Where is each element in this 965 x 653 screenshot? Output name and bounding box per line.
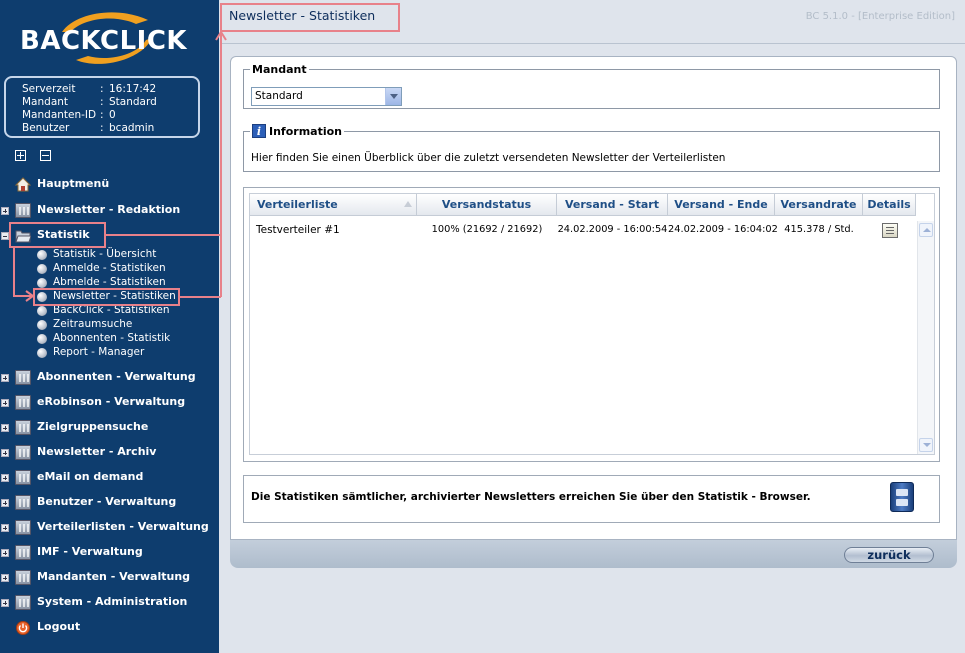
mandant-legend: Mandant [252, 63, 307, 76]
table-header: Verteilerliste Versandstatus Versand - S… [250, 194, 916, 216]
info-icon: i [252, 124, 266, 138]
logo-text: BACKCLICK [20, 26, 188, 56]
expand-icon[interactable] [1, 574, 9, 582]
nav-newsletter-archiv[interactable]: Newsletter - Archiv [0, 444, 219, 462]
info-legend: Information [269, 124, 342, 138]
highlight-newsletter-statistiken [33, 288, 180, 306]
cabinet-icon[interactable] [890, 482, 914, 512]
folder-icon [15, 545, 31, 560]
cell-versand-ende: 24.02.2009 - 16:04:02 [668, 224, 778, 235]
nav-newsletter-redaktion[interactable]: Newsletter - Redaktion [0, 202, 219, 220]
folder-icon [15, 445, 31, 460]
back-button[interactable]: zurück [844, 547, 934, 563]
table-row[interactable]: Testverteiler #1 100% (21692 / 21692) 24… [250, 221, 916, 241]
nav-verteilerlisten-verwaltung[interactable]: Verteilerlisten - Verwaltung [0, 519, 219, 537]
nav-mandanten-verwaltung[interactable]: Mandanten - Verwaltung [0, 569, 219, 587]
content-panel: Mandant Standard i Information Hier finde… [230, 56, 957, 540]
info-fieldset: i Information Hier finden Sie einen Überb… [243, 124, 940, 172]
nav-imf-verwaltung[interactable]: IMF - Verwaltung [0, 544, 219, 562]
bullet-icon [37, 278, 47, 288]
server-info-row: Benutzer: bcadmin [22, 122, 155, 134]
server-info-row: Serverzeit:16:17:42 [22, 83, 157, 95]
bullet-icon [37, 264, 47, 274]
cell-versand-start: 24.02.2009 - 16:00:54 [557, 224, 668, 235]
cell-verteilerliste: Testverteiler #1 [256, 224, 340, 236]
bullet-icon [37, 250, 47, 260]
info-text: Hier finden Sie einen Überblick über die… [251, 152, 726, 164]
collapse-icon[interactable] [1, 232, 9, 240]
power-icon [16, 621, 30, 635]
expand-icon[interactable] [1, 599, 9, 607]
column-header-versand-ende[interactable]: Versand - Ende [668, 194, 775, 216]
nav-erobinson-verwaltung[interactable]: eRobinson - Verwaltung [0, 394, 219, 412]
expand-icon[interactable] [1, 449, 9, 457]
server-info-box: Serverzeit:16:17:42 Mandant: Standard Man… [4, 76, 200, 138]
table-scrollbar[interactable] [917, 221, 934, 454]
newsletter-table-box: Verteilerliste Versandstatus Versand - S… [243, 187, 940, 462]
cell-versandstatus: 100% (21692 / 21692) [431, 224, 543, 235]
column-header-versandstatus[interactable]: Versandstatus [417, 194, 557, 216]
folder-icon [15, 495, 31, 510]
nav-logout[interactable]: Logout [0, 619, 219, 637]
nav-abonnenten-verwaltung[interactable]: Abonnenten - Verwaltung [0, 369, 219, 387]
statistik-browser-box: Die Statistiken sämtlicher, archivierter… [243, 475, 940, 523]
highlight-statistik [9, 222, 106, 248]
expand-all-icon[interactable] [15, 150, 26, 161]
collapse-all-icon[interactable] [40, 150, 51, 161]
server-info-row: Mandanten-ID:0 [22, 109, 116, 121]
mandant-select[interactable]: Standard [251, 87, 402, 106]
folder-icon [15, 570, 31, 585]
cell-versandrate: 415.378 / Std. [784, 224, 854, 235]
nav-email-on-demand[interactable]: eMail on demand [0, 469, 219, 487]
report-icon[interactable] [881, 223, 898, 238]
expand-icon[interactable] [1, 374, 9, 382]
highlight-page-title [220, 3, 400, 32]
newsletter-table: Verteilerliste Versandstatus Versand - S… [249, 193, 935, 455]
folder-icon [15, 470, 31, 485]
server-info-row: Mandant: Standard [22, 96, 157, 108]
column-header-versandrate[interactable]: Versandrate [775, 194, 863, 216]
home-icon [15, 177, 31, 192]
nav-benutzer-verwaltung[interactable]: Benutzer - Verwaltung [0, 494, 219, 512]
bullet-icon [37, 306, 47, 316]
folder-icon [15, 203, 31, 218]
folder-icon [15, 395, 31, 410]
column-header-versand-start[interactable]: Versand - Start [557, 194, 668, 216]
nav-zielgruppensuche[interactable]: Zielgruppensuche [0, 419, 219, 437]
expand-icon[interactable] [1, 207, 9, 215]
folder-icon [15, 420, 31, 435]
nav-hauptmenu[interactable]: Hauptmenü [0, 176, 219, 194]
sidebar: BACKCLICK Serverzeit:16:17:42 Mandant: St… [0, 0, 219, 653]
expand-icon[interactable] [1, 424, 9, 432]
mandant-fieldset: Mandant Standard [243, 63, 940, 109]
header-divider [222, 43, 965, 44]
folder-icon [15, 370, 31, 385]
nav-system-administration[interactable]: System - Administration [0, 594, 219, 612]
expand-icon[interactable] [1, 499, 9, 507]
column-header-verteilerliste[interactable]: Verteilerliste [250, 194, 417, 216]
column-header-details[interactable]: Details [863, 194, 916, 216]
version-label: BC 5.1.0 - [Enterprise Edition] [805, 11, 955, 22]
scroll-down-icon[interactable] [919, 438, 933, 452]
expand-icon[interactable] [1, 474, 9, 482]
backclick-logo: BACKCLICK [16, 8, 187, 70]
expand-icon[interactable] [1, 399, 9, 407]
scroll-up-icon[interactable] [919, 223, 933, 237]
expand-icon[interactable] [1, 549, 9, 557]
cell-details [863, 221, 916, 241]
chevron-down-icon[interactable] [385, 88, 401, 105]
mandant-select-value: Standard [255, 90, 303, 102]
footer-bar: zurück [230, 540, 957, 568]
bullet-icon [37, 348, 47, 358]
sort-icon[interactable] [404, 201, 412, 207]
bullet-icon [37, 334, 47, 344]
expand-icon[interactable] [1, 524, 9, 532]
bullet-icon [37, 320, 47, 330]
statistik-browser-text: Die Statistiken sämtlicher, archivierter… [251, 491, 811, 503]
folder-icon [15, 595, 31, 610]
folder-icon [15, 520, 31, 535]
